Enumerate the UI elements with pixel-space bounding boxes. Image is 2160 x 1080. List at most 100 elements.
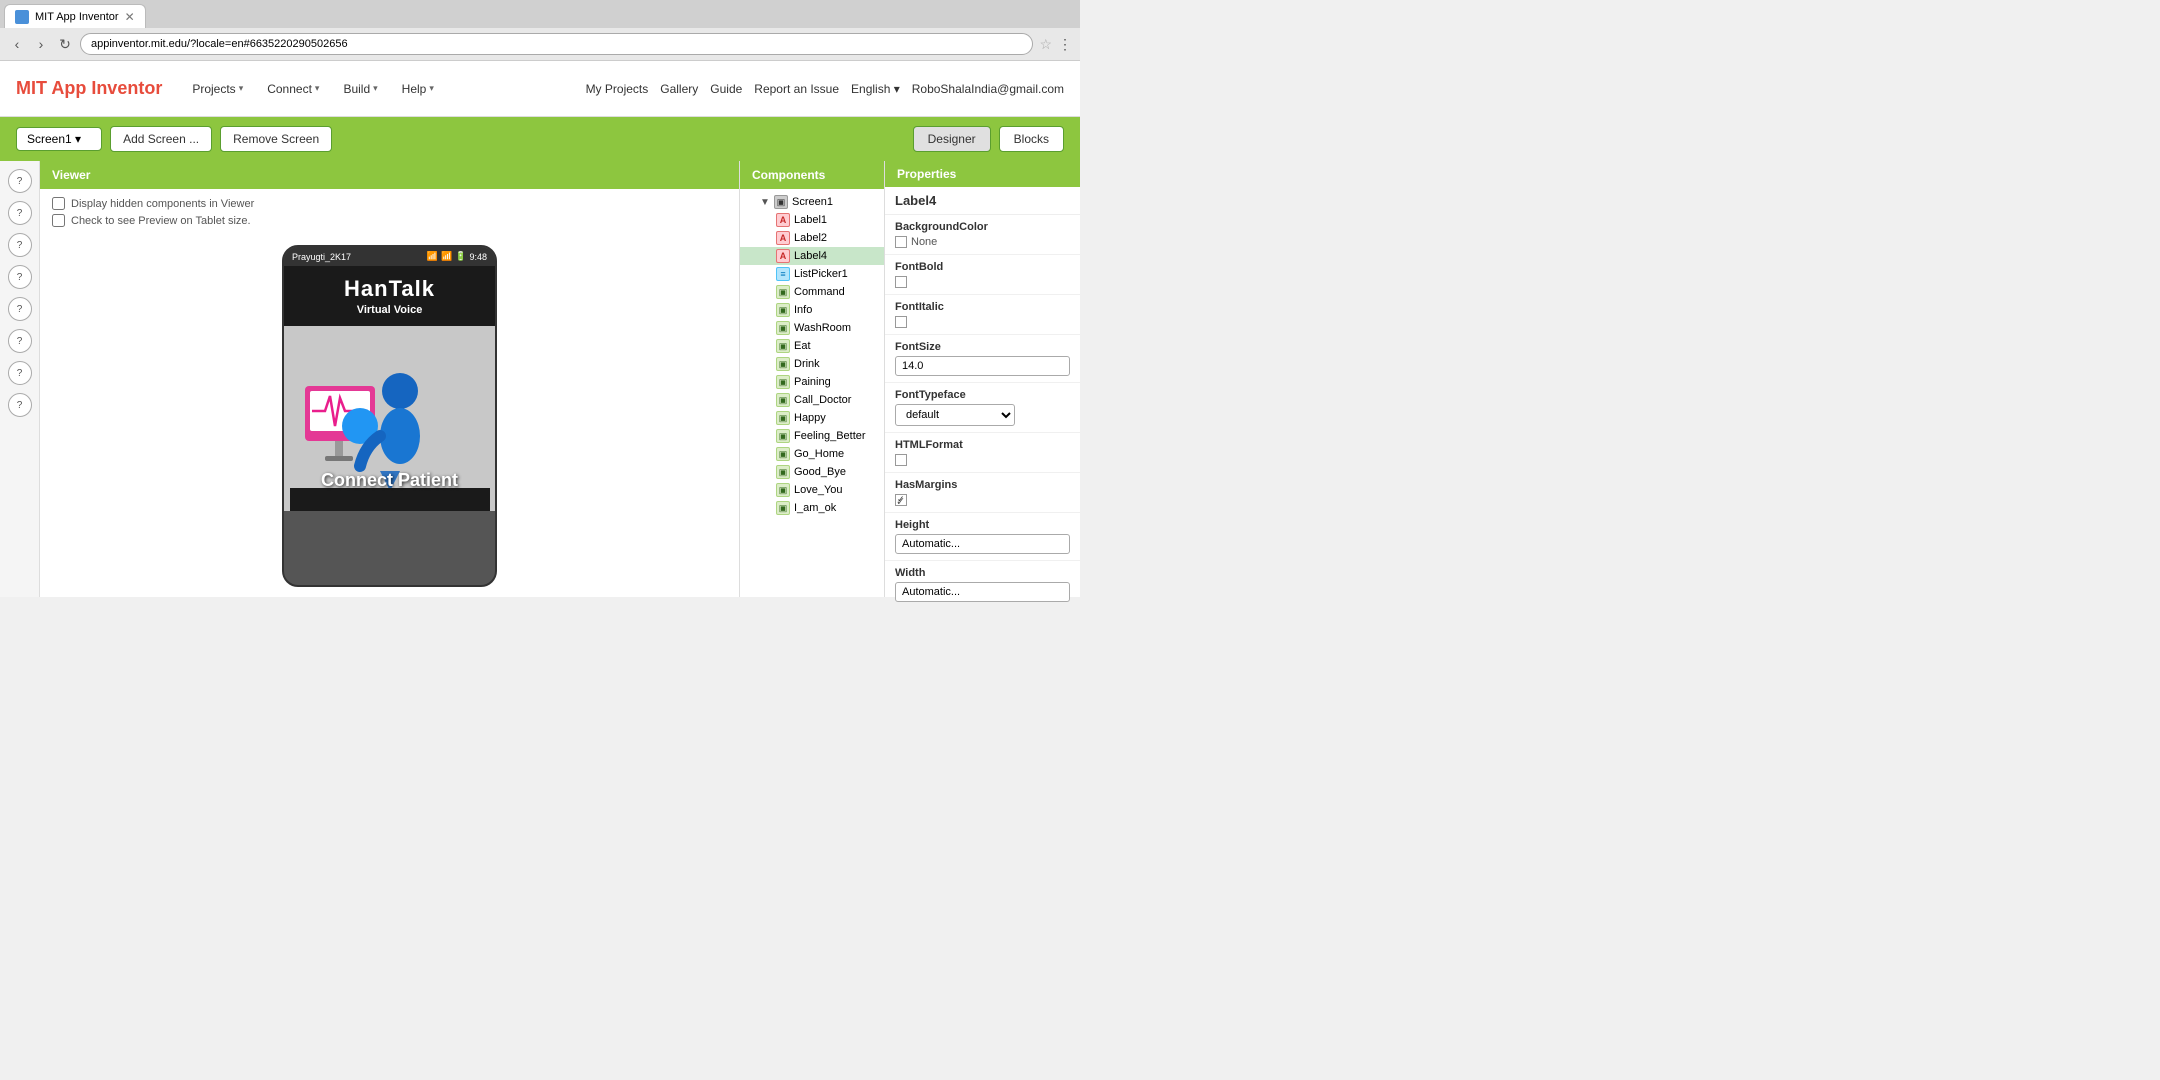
fonttypeface-select[interactable]: default serif sans serif monospace — [895, 404, 1015, 426]
nav-build[interactable]: Build ▾ — [333, 76, 387, 102]
tree-item-love-you[interactable]: ▣ Love_You — [740, 481, 884, 499]
sidebar-icon-4[interactable]: ? — [8, 265, 32, 289]
language-selector[interactable]: English ▾ — [851, 82, 900, 96]
paining-icon: ▣ — [776, 375, 790, 389]
viewer-controls: Display hidden components in Viewer Chec… — [40, 189, 739, 235]
report-issue-link[interactable]: Report an Issue — [754, 82, 839, 96]
back-button[interactable]: ‹ — [8, 35, 26, 53]
info-label: Info — [794, 304, 812, 316]
tree-item-label1[interactable]: A Label1 — [740, 211, 884, 229]
phone-app-header: HanTalk Virtual Voice — [284, 266, 495, 326]
app-header: MIT App Inventor Projects ▾ Connect ▾ Bu… — [0, 61, 1080, 117]
fontsize-input[interactable] — [895, 356, 1070, 376]
phone-frame-container: Prayugti_2K17 📶 📶 🔋 9:48 HanTalk Virtual… — [40, 235, 739, 597]
menu-icon[interactable]: ⋮ — [1058, 36, 1072, 53]
url-input[interactable] — [80, 33, 1033, 55]
htmlformat-checkbox[interactable] — [895, 454, 907, 466]
phone-status-icons: 📶 📶 🔋 9:48 — [427, 251, 487, 262]
command-label: Command — [794, 286, 845, 298]
hidden-components-checkbox[interactable] — [52, 197, 65, 210]
help-arrow: ▾ — [429, 83, 434, 94]
nav-help[interactable]: Help ▾ — [392, 76, 444, 102]
nav-right: My Projects Gallery Guide Report an Issu… — [586, 82, 1064, 96]
bookmark-icon[interactable]: ☆ — [1039, 36, 1052, 53]
fonttypeface-value[interactable]: default serif sans serif monospace — [895, 404, 1070, 426]
sidebar-icon-3[interactable]: ? — [8, 233, 32, 257]
tree-item-paining[interactable]: ▣ Paining — [740, 373, 884, 391]
fontitalic-checkbox[interactable] — [895, 316, 907, 328]
tab-favicon — [15, 10, 29, 24]
blocks-button[interactable]: Blocks — [999, 126, 1064, 152]
width-label: Width — [895, 567, 1070, 579]
app-logo: MIT App Inventor — [16, 78, 162, 99]
connect-arrow: ▾ — [315, 83, 320, 94]
feeling-better-icon: ▣ — [776, 429, 790, 443]
add-screen-button[interactable]: Add Screen ... — [110, 126, 212, 152]
forward-button[interactable]: › — [32, 35, 50, 53]
hasmargins-label: HasMargins — [895, 479, 1070, 491]
info-icon: ▣ — [776, 303, 790, 317]
htmlformat-label: HTMLFormat — [895, 439, 1070, 451]
screen1-toggle[interactable]: ▼ — [760, 197, 770, 208]
tree-item-feeling-better[interactable]: ▣ Feeling_Better — [740, 427, 884, 445]
tree-item-call-doctor[interactable]: ▣ Call_Doctor — [740, 391, 884, 409]
sidebar-icon-2[interactable]: ? — [8, 201, 32, 225]
prop-background-color: BackgroundColor None — [885, 215, 1080, 255]
hasmargins-checkbox[interactable]: ✓ — [895, 494, 907, 506]
fontsize-value[interactable] — [895, 356, 1070, 376]
height-value[interactable] — [895, 534, 1070, 554]
refresh-button[interactable]: ↻ — [56, 35, 74, 53]
user-account[interactable]: RoboShalaIndia@gmail.com — [912, 82, 1064, 96]
tree-item-info[interactable]: ▣ Info — [740, 301, 884, 319]
width-value[interactable] — [895, 582, 1070, 602]
tree-item-go-home[interactable]: ▣ Go_Home — [740, 445, 884, 463]
nav-connect[interactable]: Connect ▾ — [257, 76, 329, 102]
nav-projects[interactable]: Projects ▾ — [182, 76, 253, 102]
my-projects-link[interactable]: My Projects — [586, 82, 649, 96]
sidebar-icon-8[interactable]: ? — [8, 393, 32, 417]
width-input[interactable] — [895, 582, 1070, 602]
tree-item-label4[interactable]: A Label4 — [740, 247, 884, 265]
love-you-label: Love_You — [794, 484, 843, 496]
tree-item-screen1[interactable]: ▼ ▣ Screen1 — [740, 193, 884, 211]
tablet-preview-checkbox-label[interactable]: Check to see Preview on Tablet size. — [52, 214, 727, 227]
color-swatch-none — [895, 236, 907, 248]
connect-patient-text: Connect Patient — [321, 470, 458, 491]
toolbar: Screen1 ▾ Add Screen ... Remove Screen D… — [0, 117, 1080, 161]
prop-fonttypeface: FontTypeface default serif sans serif mo… — [885, 383, 1080, 433]
tree-item-good-bye[interactable]: ▣ Good_Bye — [740, 463, 884, 481]
remove-screen-button[interactable]: Remove Screen — [220, 126, 332, 152]
gallery-link[interactable]: Gallery — [660, 82, 698, 96]
viewer-header: Viewer — [40, 161, 739, 189]
tree-item-command[interactable]: ▣ Command — [740, 283, 884, 301]
sidebar-icon-5[interactable]: ? — [8, 297, 32, 321]
tree-item-i-am-ok[interactable]: ▣ I_am_ok — [740, 499, 884, 517]
sidebar-icon-6[interactable]: ? — [8, 329, 32, 353]
sidebar-icon-7[interactable]: ? — [8, 361, 32, 385]
label4-icon: A — [776, 249, 790, 263]
tab-close-button[interactable]: ✕ — [125, 10, 135, 24]
browser-tab[interactable]: MIT App Inventor ✕ — [4, 4, 146, 28]
tree-item-drink[interactable]: ▣ Drink — [740, 355, 884, 373]
phone-app-subtitle: Virtual Voice — [294, 304, 485, 316]
washroom-icon: ▣ — [776, 321, 790, 335]
designer-button[interactable]: Designer — [913, 126, 991, 152]
tree-item-washroom[interactable]: ▣ WashRoom — [740, 319, 884, 337]
guide-link[interactable]: Guide — [710, 82, 742, 96]
sidebar-icon-1[interactable]: ? — [8, 169, 32, 193]
build-arrow: ▾ — [373, 83, 378, 94]
tablet-preview-checkbox[interactable] — [52, 214, 65, 227]
height-input[interactable] — [895, 534, 1070, 554]
fontitalic-label: FontItalic — [895, 301, 1070, 313]
fontbold-checkbox[interactable] — [895, 276, 907, 288]
tree-item-eat[interactable]: ▣ Eat — [740, 337, 884, 355]
hasmargins-value: ✓ — [895, 494, 1070, 506]
hidden-components-checkbox-label[interactable]: Display hidden components in Viewer — [52, 197, 727, 210]
fonttypeface-label: FontTypeface — [895, 389, 1070, 401]
phone-frame: Prayugti_2K17 📶 📶 🔋 9:48 HanTalk Virtual… — [282, 245, 497, 587]
tree-item-listpicker1[interactable]: ≡ ListPicker1 — [740, 265, 884, 283]
prop-fontbold: FontBold — [885, 255, 1080, 295]
screen-selector[interactable]: Screen1 ▾ — [16, 127, 102, 151]
tree-item-label2[interactable]: A Label2 — [740, 229, 884, 247]
tree-item-happy[interactable]: ▣ Happy — [740, 409, 884, 427]
